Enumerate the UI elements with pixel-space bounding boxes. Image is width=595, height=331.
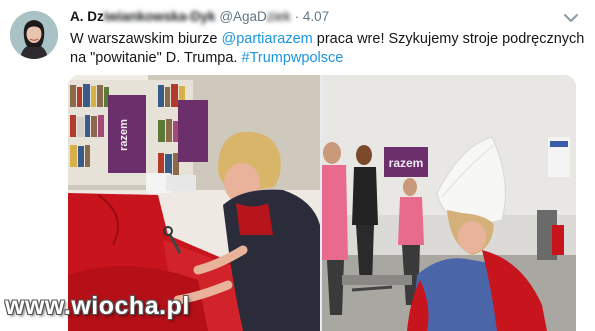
tweet-date[interactable]: 4.07: [303, 9, 329, 24]
left-banner-text: razem: [118, 119, 130, 151]
hashtag-link[interactable]: #Trumpwpolsce: [242, 50, 344, 66]
author-handle-blurred: ziek: [266, 9, 291, 24]
chevron-down-icon[interactable]: [563, 12, 579, 24]
right-banner-text: razem: [389, 156, 424, 170]
author-name-blurred: iwiankowska-Dyk: [103, 9, 216, 24]
tweet-card[interactable]: A. Dziwiankowska-Dyk @AgaDziek · 4.07 W …: [0, 0, 595, 331]
photo-costume-scene: razem: [322, 75, 576, 331]
media-photo-right[interactable]: razem: [322, 75, 576, 331]
tweet-text: W warszawskim biurze @partiarazem praca …: [70, 31, 585, 66]
avatar[interactable]: [10, 11, 58, 59]
author-name[interactable]: A. Dziwiankowska-Dyk: [70, 9, 216, 24]
tweet-header: A. Dziwiankowska-Dyk @AgaDziek · 4.07: [70, 9, 329, 24]
avatar-image: [10, 11, 58, 59]
separator-dot: ·: [294, 9, 300, 24]
watermark: www.wiocha.pl: [5, 292, 190, 320]
mention-link[interactable]: @partiarazem: [221, 31, 312, 47]
author-handle[interactable]: @AgaDziek: [219, 9, 291, 24]
